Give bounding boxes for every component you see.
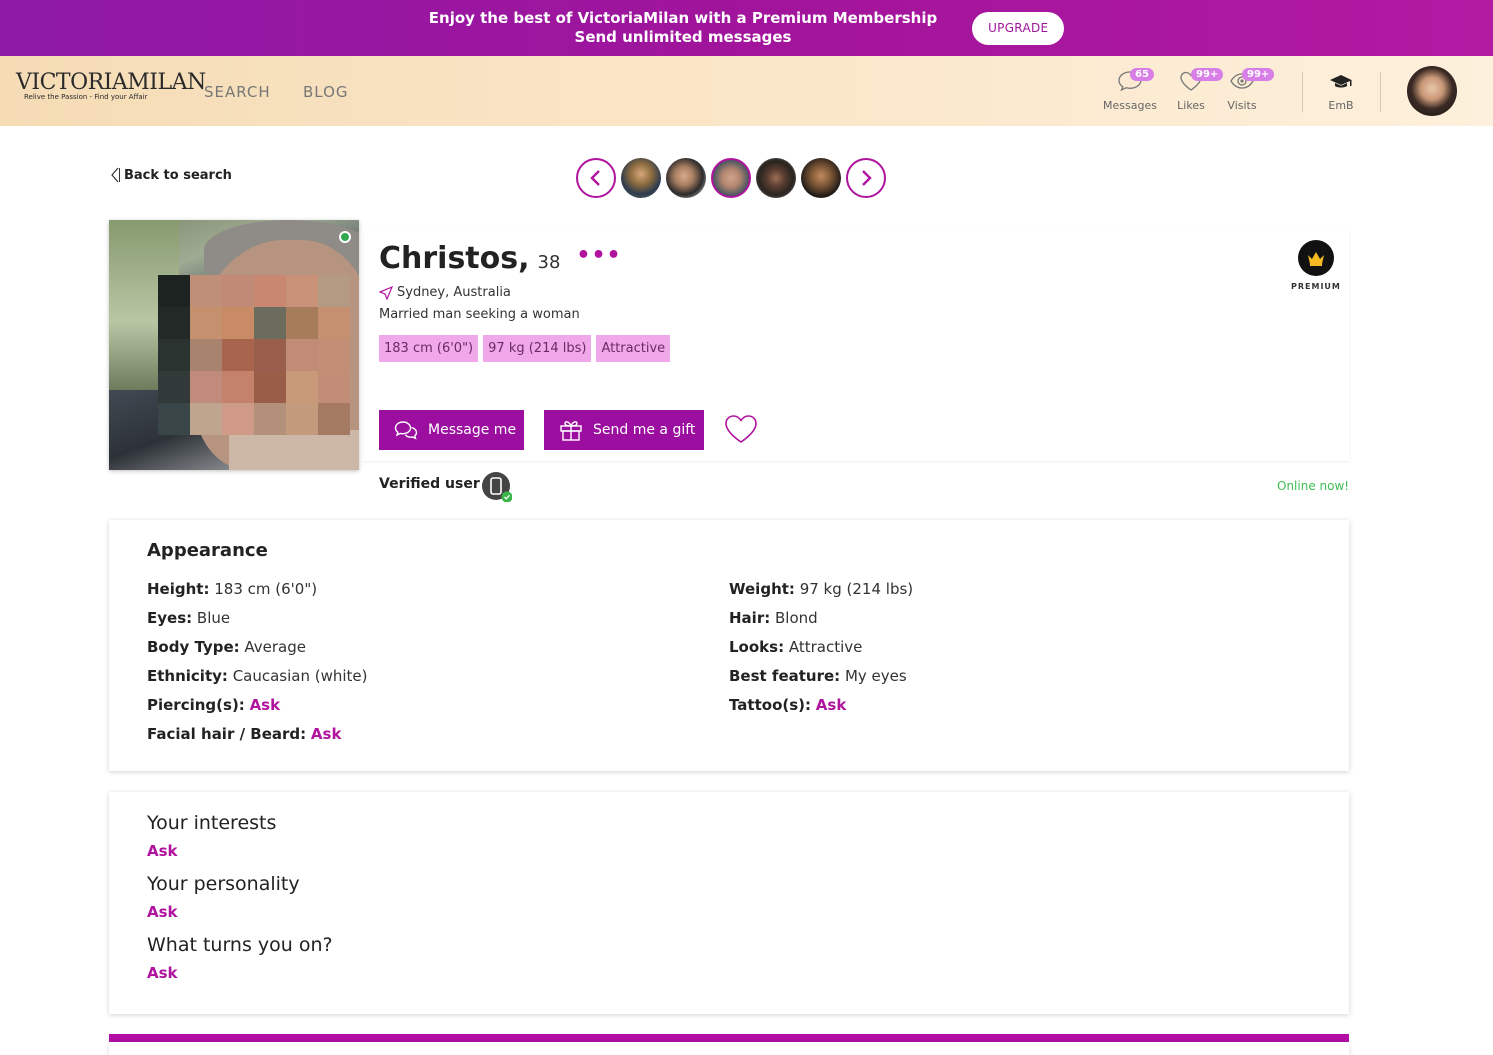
appearance-title: Appearance [147,540,268,561]
chat-bubbles-icon [394,421,418,440]
pixelated-face [158,275,350,435]
attr-looks: Looks: Attractive [729,638,863,656]
visits-badge: 99+ [1242,68,1275,81]
messages-label: Messages [1103,99,1157,112]
appearance-card: Appearance Height: 183 cm (6'0") Eyes: B… [109,520,1349,771]
likes-badge: 99+ [1191,68,1224,81]
carousel-thumb[interactable] [621,158,661,198]
carousel-thumb-selected[interactable] [711,158,751,198]
carousel-thumb[interactable] [756,158,796,198]
more-options-button[interactable]: ••• [576,243,621,268]
user-avatar[interactable] [1407,66,1457,116]
message-me-button[interactable]: Message me [379,410,524,450]
like-heart-icon[interactable] [724,413,758,445]
interests-card: Your interests Ask Your personality Ask … [109,792,1349,1014]
graduation-cap-icon [1330,75,1352,88]
attr-weight: Weight: 97 kg (214 lbs) [729,580,914,598]
back-to-search-link[interactable]: Back to search [110,167,232,183]
attr-hair: Hair: Blond [729,609,818,627]
section-accent-bar [109,1034,1349,1042]
crown-icon [1307,252,1324,266]
profile-name: Christos, [379,241,530,276]
promo-text: Enjoy the best of VictoriaMilan with a P… [429,9,937,47]
online-status: Online now! [1277,479,1350,493]
attr-piercings: Piercing(s): Ask [147,696,281,714]
chevron-left-icon [111,167,120,183]
message-me-label: Message me [428,422,517,438]
attr-best-feature: Best feature: My eyes [729,667,907,685]
attr-eyes: Eyes: Blue [147,609,231,627]
carousel-thumb[interactable] [801,158,841,198]
carousel-prev-button[interactable] [576,158,616,198]
turn-ons-question: What turns you on? [147,934,333,956]
verified-phone-icon [482,472,512,502]
attr-tattoos: Tattoo(s): Ask [729,696,847,714]
carousel-next-button[interactable] [846,158,886,198]
back-label: Back to search [124,167,232,183]
promo-banner: Enjoy the best of VictoriaMilan with a P… [0,0,1493,56]
personality-ask-link[interactable]: Ask [147,903,178,921]
personality-question: Your personality [147,873,300,895]
next-section-card [109,1042,1349,1055]
chevron-left-icon [590,170,600,186]
visits-label: Visits [1227,99,1257,112]
header-divider [1302,72,1303,112]
logo-text: VICTORIAMILAN [16,70,206,95]
attr-height: Height: 183 cm (6'0") [147,580,318,598]
carousel-thumb[interactable] [666,158,706,198]
profile-photo[interactable] [109,220,359,470]
chevron-right-icon [862,170,872,186]
attr-facial-hair: Facial hair / Beard: Ask [147,725,342,743]
verified-label: Verified user [379,476,480,492]
location-text: Sydney, Australia [397,285,511,300]
profile-carousel [576,158,886,198]
premium-badge: PREMIUM [1291,240,1341,291]
emb-label: EmB [1328,99,1354,112]
online-indicator [339,231,351,243]
send-gift-label: Send me a gift [593,422,696,438]
send-gift-button[interactable]: Send me a gift [544,410,704,450]
ask-link[interactable]: Ask [311,725,342,743]
header-divider [1380,72,1381,112]
nav-messages[interactable]: 65 Messages [1103,68,1157,112]
premium-label: PREMIUM [1291,282,1341,291]
seeking-text: Married man seeking a woman [379,307,580,322]
upgrade-button[interactable]: UPGRADE [972,11,1065,45]
ask-link[interactable]: Ask [250,696,281,714]
profile-location: Sydney, Australia [379,285,511,300]
site-header: VICTORIAMILAN Relive the Passion - Find … [0,56,1493,126]
nav-likes[interactable]: 99+ Likes [1171,68,1224,112]
profile-tags: 183 cm (6'0") 97 kg (214 lbs) Attractive [379,335,675,362]
nav-blog[interactable]: BLOG [303,83,349,101]
height-tag: 183 cm (6'0") [379,335,479,362]
turn-ons-ask-link[interactable]: Ask [147,964,178,982]
gift-icon [560,421,582,441]
weight-tag: 97 kg (214 lbs) [483,335,592,362]
looks-tag: Attractive [596,335,671,362]
nav-visits[interactable]: 99+ Visits [1222,68,1275,112]
interests-ask-link[interactable]: Ask [147,842,178,860]
messages-badge: 65 [1129,68,1154,81]
nav-emb[interactable]: EmB [1321,70,1361,112]
ask-link[interactable]: Ask [816,696,847,714]
attr-ethnicity: Ethnicity: Caucasian (white) [147,667,368,685]
attr-body-type: Body Type: Average [147,638,307,656]
logo[interactable]: VICTORIAMILAN Relive the Passion - Find … [16,70,206,101]
interests-question: Your interests [147,812,277,834]
promo-line-1: Enjoy the best of VictoriaMilan with a P… [428,9,938,27]
nav-search[interactable]: SEARCH [204,83,271,101]
promo-line-2: Send unlimited messages [574,28,792,46]
profile-info-card: Christos, 38 ••• Sydney, Australia Marri… [364,231,1349,461]
profile-age: 38 [537,252,561,273]
likes-label: Likes [1177,99,1205,112]
location-arrow-icon [379,285,393,300]
